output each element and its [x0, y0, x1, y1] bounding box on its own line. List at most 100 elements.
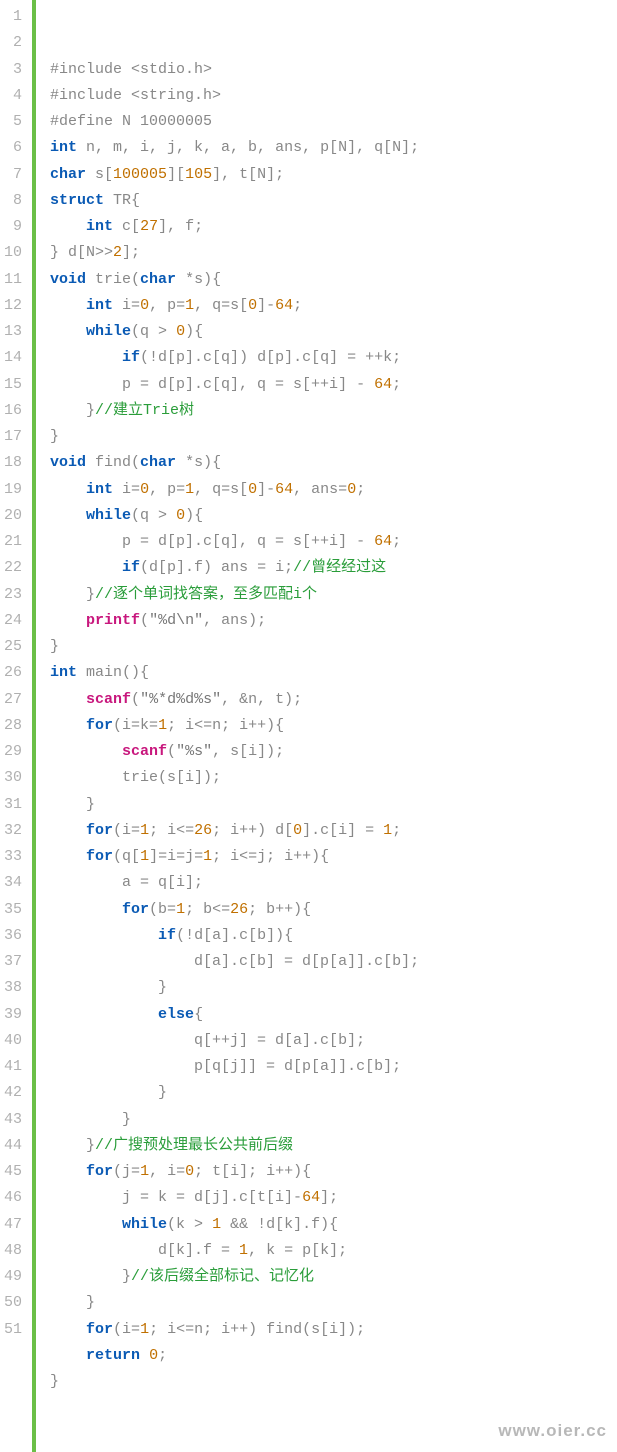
code-line: if(!d[a].c[b]){: [50, 923, 617, 949]
token-type: int: [50, 664, 77, 681]
token-pp: #define N 10000005: [50, 113, 212, 130]
token-plain: }: [50, 796, 95, 813]
code-line: for(i=k=1; i<=n; i++){: [50, 713, 617, 739]
token-num: 1: [140, 822, 149, 839]
token-type: char: [140, 271, 176, 288]
line-number: 32: [4, 818, 24, 844]
code-line: while(k > 1 && !d[k].f){: [50, 1212, 617, 1238]
code-line: int n, m, i, j, k, a, b, ans, p[N], q[N]…: [50, 135, 617, 161]
token-plain: , k = p[k];: [248, 1242, 347, 1259]
token-plain: (k >: [167, 1216, 212, 1233]
token-plain: [50, 848, 86, 865]
token-plain: j = k = d[j].c[t[i]-: [50, 1189, 302, 1206]
token-plain: *s){: [176, 454, 221, 471]
token-num: 0: [185, 1163, 194, 1180]
line-number: 46: [4, 1185, 24, 1211]
code-line: #include <stdio.h>: [50, 57, 617, 83]
token-plain: } d[N>>: [50, 244, 113, 261]
line-number: 1: [4, 4, 24, 30]
token-plain: ], t[N];: [212, 166, 284, 183]
token-num: 105: [185, 166, 212, 183]
token-kw: while: [86, 323, 131, 340]
token-plain: , ans);: [203, 612, 266, 629]
token-cmt: //该后缀全部标记、记忆化: [131, 1268, 314, 1285]
token-kw: if: [122, 559, 140, 576]
token-plain: {: [194, 1006, 203, 1023]
token-plain: , p=: [149, 297, 185, 314]
code-line: d[k].f = 1, k = p[k];: [50, 1238, 617, 1264]
token-plain: find(: [86, 454, 140, 471]
token-num: 0: [293, 822, 302, 839]
line-number: 21: [4, 529, 24, 555]
token-plain: (!d[a].c[b]){: [176, 927, 293, 944]
token-plain: [50, 1321, 86, 1338]
line-number: 49: [4, 1264, 24, 1290]
token-kw: for: [86, 822, 113, 839]
code-line: } d[N>>2];: [50, 240, 617, 266]
line-number: 23: [4, 582, 24, 608]
token-plain: , s[i]);: [212, 743, 284, 760]
line-number: 3: [4, 57, 24, 83]
token-kw: for: [86, 1163, 113, 1180]
line-number: 36: [4, 923, 24, 949]
token-pp: #include <stdio.h>: [50, 61, 212, 78]
line-number: 24: [4, 608, 24, 634]
token-num: 26: [194, 822, 212, 839]
token-str: "%d\n": [149, 612, 203, 629]
token-plain: }: [50, 1373, 59, 1390]
token-plain: }: [50, 428, 59, 445]
code-line: p = d[p].c[q], q = s[++i] - 64;: [50, 529, 617, 555]
line-number: 4: [4, 83, 24, 109]
token-num: 1: [140, 1163, 149, 1180]
code-line: j = k = d[j].c[t[i]-64];: [50, 1185, 617, 1211]
token-plain: trie(s[i]);: [50, 769, 221, 786]
token-type: int: [86, 218, 113, 235]
line-number: 18: [4, 450, 24, 476]
code-line: }: [50, 792, 617, 818]
code-line: scanf("%*d%d%s", &n, t);: [50, 687, 617, 713]
token-type: void: [50, 454, 86, 471]
token-plain: [50, 349, 122, 366]
token-plain: [50, 481, 86, 498]
line-number: 40: [4, 1028, 24, 1054]
token-plain: , q=s[: [194, 297, 248, 314]
token-kw: for: [122, 901, 149, 918]
token-plain: }: [50, 1084, 167, 1101]
token-plain: ]=i=j=: [149, 848, 203, 865]
code-line: }: [50, 1080, 617, 1106]
token-num: 2: [113, 244, 122, 261]
token-num: 0: [176, 507, 185, 524]
token-num: 0: [248, 297, 257, 314]
token-plain: a = q[i];: [50, 874, 203, 891]
token-num: 1: [176, 901, 185, 918]
token-plain: [50, 323, 86, 340]
token-plain: ];: [122, 244, 140, 261]
code-line: int i=0, p=1, q=s[0]-64, ans=0;: [50, 477, 617, 503]
token-plain: p = d[p].c[q], q = s[++i] -: [50, 376, 374, 393]
code-line: int c[27], f;: [50, 214, 617, 240]
line-number: 43: [4, 1107, 24, 1133]
code-line: p = d[p].c[q], q = s[++i] - 64;: [50, 372, 617, 398]
line-number: 47: [4, 1212, 24, 1238]
code-line: }: [50, 1290, 617, 1316]
token-type: int: [86, 297, 113, 314]
token-num: 1: [239, 1242, 248, 1259]
token-kw: if: [122, 349, 140, 366]
token-plain: [50, 218, 86, 235]
token-plain: [50, 927, 158, 944]
token-plain: ;: [356, 481, 365, 498]
code-line: if(!d[p].c[q]) d[p].c[q] = ++k;: [50, 345, 617, 371]
token-type: struct: [50, 192, 104, 209]
token-plain: ; b++){: [248, 901, 311, 918]
line-number: 2: [4, 30, 24, 56]
token-type: char: [50, 166, 86, 183]
token-num: 0: [149, 1347, 158, 1364]
token-cmt: //建立Trie树: [95, 402, 194, 419]
token-num: 0: [176, 323, 185, 340]
token-cmt: //广搜预处理最长公共前后缀: [95, 1137, 293, 1154]
token-num: 64: [374, 376, 392, 393]
token-plain: [50, 612, 86, 629]
line-number: 7: [4, 162, 24, 188]
token-plain: ][: [167, 166, 185, 183]
code-line: }: [50, 424, 617, 450]
